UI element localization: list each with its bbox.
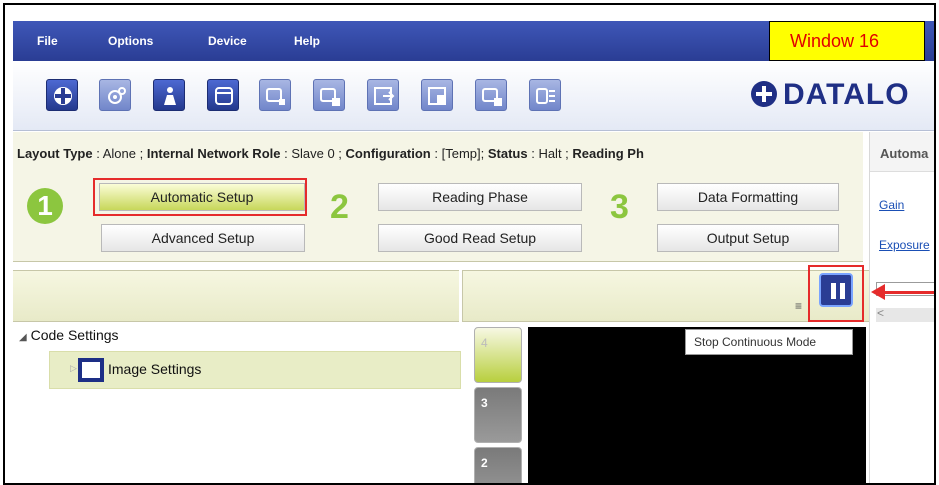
configuration-value: [Temp]; [441,146,485,161]
image-settings-label: Image Settings [108,361,202,377]
layout-type-value: Alone ; [102,146,144,161]
horizontal-scrollbar[interactable] [876,308,934,322]
thumbnail-4-label: 4 [481,336,488,350]
crosshair-icon[interactable] [46,79,78,111]
camera-icon[interactable] [99,79,131,111]
expand-arrow-icon[interactable]: ▷ [70,363,77,374]
automatic-setup-button[interactable]: Automatic Setup [99,183,305,211]
info-person-icon[interactable] [153,79,185,111]
callout-arrow-line [883,291,934,294]
network-role-value: Slave 0 ; [291,146,342,161]
exposure-link[interactable]: Exposure [879,238,930,252]
code-settings-label: Code Settings [30,327,119,343]
data-formatting-button[interactable]: Data Formatting [657,183,839,211]
device-icon[interactable] [259,79,291,111]
import-icon[interactable] [421,79,453,111]
network-role-label: Internal Network Role [146,146,281,161]
configuration-label: Configuration [345,146,431,161]
gain-link[interactable]: Gain [879,198,904,212]
network-icon[interactable] [529,79,561,111]
collapse-arrow-icon[interactable]: ◢ [19,332,27,343]
step-three-badge: 3 [610,188,629,226]
logo-mark-icon [751,81,777,107]
toolbar: DATALO [13,61,934,131]
scroll-left-icon[interactable]: < [877,306,884,320]
export-icon[interactable] [367,79,399,111]
advanced-setup-button[interactable]: Advanced Setup [101,224,305,252]
output-setup-button[interactable]: Output Setup [657,224,839,252]
menu-help[interactable]: Help [294,34,320,48]
settings-tree: ◢ Code Settings ▷ Image Settings [13,323,461,483]
automatic-panel-title: Automa [880,146,929,161]
tree-pane-header [13,270,459,322]
thumbnail-2[interactable]: 2 [474,447,522,483]
reading-phase-button[interactable]: Reading Phase [378,183,582,211]
device-settings-icon[interactable] [313,79,345,111]
reading-phase-label: Reading Ph [572,146,644,161]
dropdown-handle-icon[interactable]: ≡ [795,299,802,313]
logo-text: DATALO [783,78,910,111]
step-two-badge: 2 [330,188,349,226]
thumbnail-2-label: 2 [481,456,488,470]
screenshot-frame: File Options Device Help Window 16 DATAL… [3,3,936,485]
thumbnail-3-label: 3 [481,396,488,410]
thumbnail-3[interactable]: 3 [474,387,522,443]
automatic-setup-panel: Automa Gain Exposure < [869,132,934,483]
device-alt-icon[interactable] [475,79,507,111]
callout-arrow-icon [871,284,885,300]
setup-area: Layout Type : Alone ; Internal Network R… [13,132,863,262]
window-label: Window 16 [769,21,925,61]
image-icon [78,358,104,382]
stop-continuous-mode-button[interactable] [819,273,853,307]
menu-file[interactable]: File [37,34,58,48]
stop-continuous-mode-tooltip: Stop Continuous Mode [685,329,853,355]
menu-device[interactable]: Device [208,34,247,48]
brand-logo: DATALO [751,78,910,112]
menu-options[interactable]: Options [108,34,153,48]
tree-item-image-settings[interactable]: ▷ Image Settings [49,351,461,389]
tree-item-code-settings[interactable]: ◢ Code Settings [19,327,119,343]
status-line: Layout Type : Alone ; Internal Network R… [17,146,644,161]
step-one-badge: 1 [27,188,63,224]
status-value: Halt ; [538,146,569,161]
automatic-panel-header: Automa [870,132,934,172]
status-label: Status [487,146,528,161]
viewer-pane-header: ≡ [462,270,869,322]
thumbnail-4[interactable]: 4 [474,327,522,383]
layout-type-label: Layout Type [17,146,93,161]
window-icon[interactable] [207,79,239,111]
good-read-setup-button[interactable]: Good Read Setup [378,224,582,252]
